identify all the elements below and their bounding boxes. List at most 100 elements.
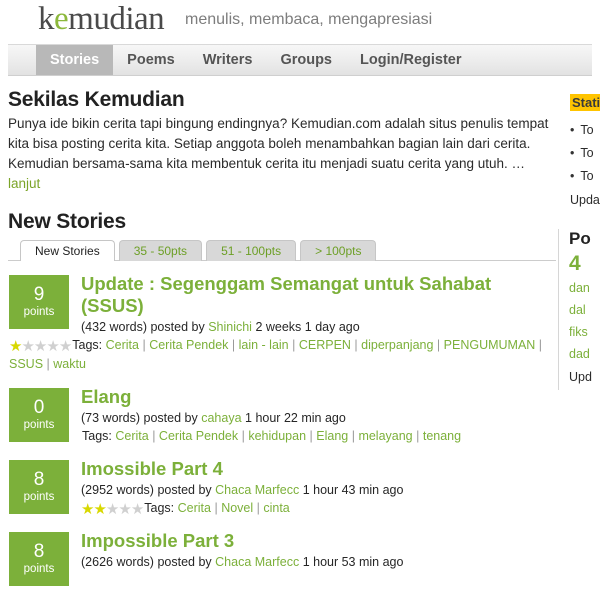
tag-link[interactable]: waktu xyxy=(53,357,86,371)
tag-link[interactable]: Cerita Pendek xyxy=(159,429,238,443)
sidebar-box-statistics: Statis To To To Upda xyxy=(558,94,600,213)
points-value: 0 xyxy=(33,397,45,418)
tab-label: 35 - 50pts xyxy=(133,244,188,258)
tag-link[interactable]: Novel xyxy=(221,501,253,515)
tag-link[interactable]: Cerita xyxy=(115,429,148,443)
tag-link[interactable]: PENGUMUMAN xyxy=(444,338,536,352)
tag-link[interactable]: Cerita xyxy=(178,501,211,515)
intro-paragraph: Punya ide bikin cerita tapi bingung endi… xyxy=(8,114,556,194)
story-meta: (2952 words) posted by Chaca Marfecc 1 h… xyxy=(81,481,556,499)
story-timestamp: 1 hour 43 min ago xyxy=(302,483,404,497)
tag-link[interactable]: lain - lain xyxy=(239,338,289,352)
story-filter-tabs: New Stories 35 - 50pts 51 - 100pts > 100… xyxy=(8,240,556,261)
tag-link[interactable]: tenang xyxy=(423,429,461,443)
points-value: 9 xyxy=(33,284,45,305)
nav-label: Stories xyxy=(50,52,100,68)
tag-link[interactable]: kehidupan xyxy=(248,429,306,443)
tags-label: Tags: xyxy=(72,338,103,352)
posted-by-label: posted by xyxy=(157,555,212,569)
tag-link[interactable]: cinta xyxy=(263,501,289,515)
main-content: Sekilas Kemudian Punya ide bikin cerita … xyxy=(0,76,556,586)
star-glyph-icon: ★ xyxy=(105,501,119,518)
points-label: points xyxy=(23,306,55,318)
nav-item-stories[interactable]: Stories xyxy=(36,45,114,75)
tags-label: Tags: xyxy=(144,501,175,515)
story-timestamp: 2 weeks 1 day ago xyxy=(255,320,360,334)
tag-link[interactable]: Cerita Pendek xyxy=(149,338,228,352)
page-body: Sekilas Kemudian Punya ide bikin cerita … xyxy=(0,76,600,586)
tab-label: > 100pts xyxy=(315,244,362,258)
nav-label: Login/Register xyxy=(360,52,462,68)
posted-by-label: posted by xyxy=(157,483,212,497)
tag-link[interactable]: Elang xyxy=(316,429,348,443)
posted-by-label: posted by xyxy=(150,320,205,334)
story-body: Impossible Part 3 (2626 words) posted by… xyxy=(69,530,556,571)
intro-read-more-link[interactable]: lanjut xyxy=(8,176,40,191)
story-timestamp: 1 hour 22 min ago xyxy=(245,411,346,425)
story-title-link[interactable]: Elang xyxy=(81,386,556,408)
tab-35-50pts[interactable]: 35 - 50pts xyxy=(118,240,203,261)
site-logo[interactable]: kemudian xyxy=(38,1,165,38)
story-meta: (432 words) posted by Shinichi 2 weeks 1… xyxy=(81,318,556,336)
story-title-link[interactable]: Imossible Part 4 xyxy=(81,458,556,480)
sidebar-statistics-heading: Statis xyxy=(570,94,600,111)
list-item[interactable]: To xyxy=(570,119,600,142)
star-rating[interactable]: ★★★★★ xyxy=(81,501,144,518)
posted-by-label: posted by xyxy=(143,411,198,425)
nav-item-poems[interactable]: Poems xyxy=(113,45,189,75)
nav-item-writers[interactable]: Writers xyxy=(189,45,267,75)
word-count: (432 words) xyxy=(81,320,147,334)
points-label: points xyxy=(23,419,55,431)
star-glyph-icon: ★ xyxy=(81,501,94,518)
story-title-link[interactable]: Impossible Part 3 xyxy=(81,530,556,552)
word-count: (2626 words) xyxy=(81,555,154,569)
points-label: points xyxy=(23,563,55,575)
story-author-link[interactable]: cahaya xyxy=(201,411,241,425)
story-tags-row: ★★★★★Tags: Cerita | Novel | cinta xyxy=(81,501,290,518)
points-value: 8 xyxy=(33,469,45,490)
tab-over-100pts[interactable]: > 100pts xyxy=(300,240,377,261)
star-glyph-icon: ★ xyxy=(118,501,131,518)
tag-link[interactable]: CERPEN xyxy=(299,338,351,352)
nav-item-login-register[interactable]: Login/Register xyxy=(346,45,476,75)
tab-new-stories[interactable]: New Stories xyxy=(20,240,115,261)
story-author-link[interactable]: Shinichi xyxy=(208,320,252,334)
tab-label: 51 - 100pts xyxy=(221,244,282,258)
tab-51-100pts[interactable]: 51 - 100pts xyxy=(206,240,297,261)
list-item[interactable]: To xyxy=(570,142,600,165)
story-points-badge: 0 points xyxy=(9,388,69,442)
points-value: 8 xyxy=(33,541,45,562)
sidebar-popular-heading: Po xyxy=(569,229,591,248)
nav-item-groups[interactable]: Groups xyxy=(266,45,346,75)
tab-label: New Stories xyxy=(35,244,100,258)
story-author-link[interactable]: Chaca Marfecc xyxy=(215,555,299,569)
story-author-link[interactable]: Chaca Marfecc xyxy=(215,483,299,497)
tag-link[interactable]: Cerita xyxy=(106,338,139,352)
intro-heading: Sekilas Kemudian xyxy=(8,88,185,111)
star-glyph-icon: ★ xyxy=(9,338,22,355)
tag-link[interactable]: diperpanjang xyxy=(361,338,433,352)
points-label: points xyxy=(23,491,55,503)
story-points-badge: 8 points xyxy=(9,532,69,586)
tag-link[interactable]: melayang xyxy=(358,429,412,443)
list-item[interactable]: To xyxy=(570,165,600,188)
sidebar-popular-note: Upd xyxy=(569,370,592,384)
story-tags-row: Tags: Cerita | Cerita Pendek | kehidupan… xyxy=(82,429,462,443)
sidebar-popular-link[interactable]: dad xyxy=(569,343,600,365)
sidebar-popular-link[interactable]: dal xyxy=(569,299,600,321)
word-count: (2952 words) xyxy=(81,483,154,497)
word-count: (73 words) xyxy=(81,411,141,425)
story-title-link[interactable]: Update : Segenggam Semangat untuk Sahaba… xyxy=(81,273,556,317)
star-rating[interactable]: ★★★★★ xyxy=(9,338,72,355)
sidebar-statistics-list: To To To xyxy=(570,119,600,188)
logo-prefix: k xyxy=(38,1,55,37)
story-tags-row: ★★★★★Tags: Cerita | Cerita Pendek | lain… xyxy=(9,338,543,371)
right-sidebar: Statis To To To Upda Po 4 dan dal fiks d… xyxy=(558,76,600,406)
sidebar-popular-link[interactable]: fiks xyxy=(569,321,600,343)
sidebar-popular-link[interactable]: dan xyxy=(569,277,600,299)
tag-link[interactable]: SSUS xyxy=(9,357,43,371)
story-timestamp: 1 hour 53 min ago xyxy=(302,555,404,569)
story-list-item: 0 points Elang (73 words) posted by caha… xyxy=(8,386,556,446)
story-body: Elang (73 words) posted by cahaya 1 hour… xyxy=(69,386,556,446)
star-glyph-icon: ★ xyxy=(58,338,72,355)
